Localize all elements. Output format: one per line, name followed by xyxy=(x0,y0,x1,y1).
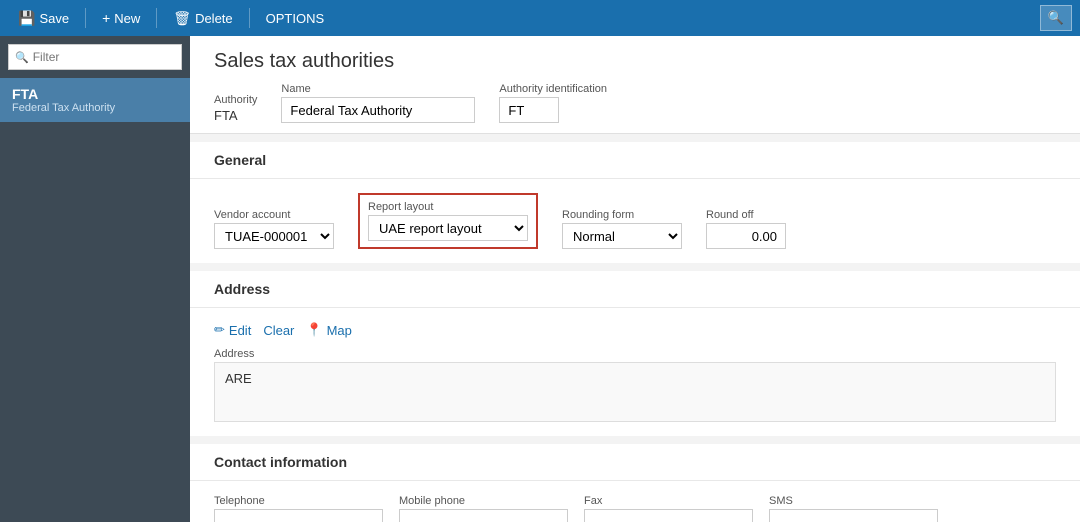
map-address-button[interactable]: 📍 Map xyxy=(306,322,351,338)
round-off-group: Round off xyxy=(706,209,786,249)
toolbar-separator-2 xyxy=(156,8,157,28)
name-field-group: Name xyxy=(281,83,475,123)
mobile-phone-field: Mobile phone xyxy=(399,495,568,522)
delete-button[interactable]: 🗑 Delete xyxy=(163,4,242,32)
address-box: ARE xyxy=(214,362,1056,422)
contact-section-body: Telephone Mobile phone Fax SMS xyxy=(190,481,1080,522)
address-section: Address ✏ Edit Clear 📍 Map Ad xyxy=(190,271,1080,436)
new-label: New xyxy=(114,11,140,26)
contact-fields-row-1: Telephone Mobile phone Fax SMS xyxy=(214,495,1056,522)
save-icon: 💾 xyxy=(18,10,35,27)
fax-field: Fax xyxy=(584,495,753,522)
telephone-field: Telephone xyxy=(214,495,383,522)
address-value: ARE xyxy=(225,371,252,386)
authority-value: FTA xyxy=(214,108,257,123)
sidebar-filter-box: 🔍 xyxy=(8,44,182,70)
address-display-group: Address ARE xyxy=(214,348,1056,422)
edit-address-button[interactable]: ✏ Edit xyxy=(214,322,251,338)
clear-address-button[interactable]: Clear xyxy=(263,322,294,338)
name-label: Name xyxy=(281,83,475,95)
new-icon: + xyxy=(102,10,110,26)
toolbar-separator xyxy=(85,8,86,28)
authority-id-label: Authority identification xyxy=(499,83,607,95)
report-layout-label: Report layout xyxy=(368,201,528,213)
sms-input[interactable] xyxy=(769,509,938,522)
sms-field: SMS xyxy=(769,495,938,522)
save-button[interactable]: 💾 Save xyxy=(8,4,79,32)
toolbar: 💾 Save + New 🗑 Delete OPTIONS 🔍 xyxy=(0,0,1080,36)
authority-id-input[interactable] xyxy=(499,97,559,123)
filter-input[interactable] xyxy=(33,50,175,64)
authority-id-field-group: Authority identification xyxy=(499,83,607,123)
edit-label: Edit xyxy=(229,323,251,338)
sidebar-item-name: Federal Tax Authority xyxy=(12,102,178,114)
general-section-body: Vendor account TUAE-000001 Report layout… xyxy=(190,179,1080,263)
edit-icon: ✏ xyxy=(214,322,225,338)
clear-label: Clear xyxy=(263,323,294,338)
options-button[interactable]: OPTIONS xyxy=(256,4,335,32)
delete-icon: 🗑 xyxy=(173,10,191,27)
report-layout-select[interactable]: UAE report layout xyxy=(368,215,528,241)
vendor-account-select[interactable]: TUAE-000001 xyxy=(214,223,334,249)
sms-label: SMS xyxy=(769,495,938,507)
round-off-label: Round off xyxy=(706,209,786,221)
authority-field-group: Authority FTA xyxy=(214,94,257,123)
report-layout-group: Report layout UAE report layout xyxy=(358,193,538,249)
header-fields-row: Authority FTA Name Authority identificat… xyxy=(214,83,1056,123)
sidebar: 🔍 FTA Federal Tax Authority xyxy=(0,36,190,522)
mobile-phone-label: Mobile phone xyxy=(399,495,568,507)
new-button[interactable]: + New xyxy=(92,4,150,32)
address-section-body: ✏ Edit Clear 📍 Map Address ARE xyxy=(190,308,1080,436)
options-label: OPTIONS xyxy=(266,11,325,26)
search-button[interactable]: 🔍 xyxy=(1040,5,1072,31)
delete-label: Delete xyxy=(195,11,233,26)
vendor-account-label: Vendor account xyxy=(214,209,334,221)
fax-input[interactable] xyxy=(584,509,753,522)
address-actions: ✏ Edit Clear 📍 Map xyxy=(214,322,1056,338)
page-header: Sales tax authorities Authority FTA Name… xyxy=(190,36,1080,134)
contact-section-title: Contact information xyxy=(190,444,1080,481)
address-section-title: Address xyxy=(190,271,1080,308)
general-section: General Vendor account TUAE-000001 Repor… xyxy=(190,142,1080,263)
main-layout: 🔍 FTA Federal Tax Authority Sales tax au… xyxy=(0,36,1080,522)
rounding-form-label: Rounding form xyxy=(562,209,682,221)
authority-label: Authority xyxy=(214,94,257,106)
search-icon: 🔍 xyxy=(1048,10,1064,26)
save-label: Save xyxy=(39,11,69,26)
telephone-input[interactable] xyxy=(214,509,383,522)
filter-icon: 🔍 xyxy=(15,51,29,64)
telephone-label: Telephone xyxy=(214,495,383,507)
general-fields-row: Vendor account TUAE-000001 Report layout… xyxy=(214,193,1056,249)
toolbar-separator-3 xyxy=(249,8,250,28)
mobile-phone-input[interactable] xyxy=(399,509,568,522)
page-title: Sales tax authorities xyxy=(214,50,1056,73)
name-input[interactable] xyxy=(281,97,475,123)
general-section-title: General xyxy=(190,142,1080,179)
fax-label: Fax xyxy=(584,495,753,507)
address-label: Address xyxy=(214,348,1056,360)
vendor-account-group: Vendor account TUAE-000001 xyxy=(214,209,334,249)
rounding-form-select[interactable]: Normal xyxy=(562,223,682,249)
round-off-input[interactable] xyxy=(706,223,786,249)
contact-section: Contact information Telephone Mobile pho… xyxy=(190,444,1080,522)
sidebar-item-fta[interactable]: FTA Federal Tax Authority xyxy=(0,78,190,122)
main-content: Sales tax authorities Authority FTA Name… xyxy=(190,36,1080,522)
sidebar-item-code: FTA xyxy=(12,86,178,102)
map-icon: 📍 xyxy=(306,322,322,338)
rounding-form-group: Rounding form Normal xyxy=(562,209,682,249)
map-label: Map xyxy=(327,323,352,338)
